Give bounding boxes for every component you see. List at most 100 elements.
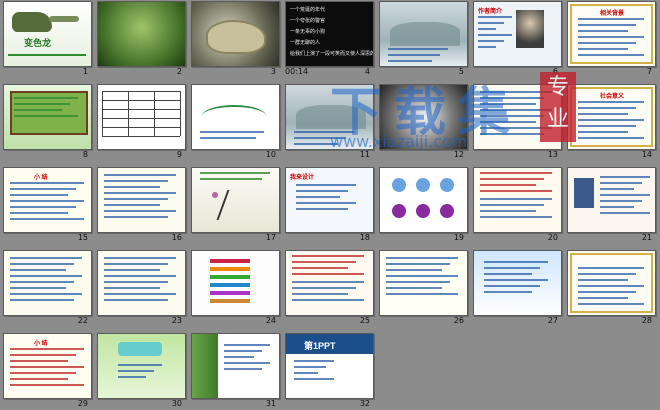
slide-cell[interactable]: 26	[376, 249, 470, 327]
slide-number: 16	[171, 233, 182, 242]
slide-number: 14	[641, 150, 652, 159]
slide-text-line: 一条无辜的小狗	[290, 29, 326, 35]
slide-title: 变色龙	[24, 38, 52, 48]
slide-number: 13	[547, 150, 558, 159]
slide-number: 11	[359, 150, 370, 159]
slide-cell[interactable]: 8	[0, 83, 94, 161]
slide-cell[interactable]: 30	[94, 332, 188, 410]
slide-thumbnail[interactable]: 变色龙	[3, 1, 92, 67]
slide-cell[interactable]: 2	[94, 0, 188, 78]
slide-thumbnail[interactable]	[191, 167, 280, 233]
slide-thumbnail[interactable]	[379, 167, 468, 233]
slide-title: 社会意义	[600, 94, 625, 100]
slide-cell[interactable]: 22	[0, 249, 94, 327]
slide-cell[interactable]: 5	[376, 0, 470, 78]
slide-cell[interactable]: 28	[564, 249, 658, 327]
slide-cell[interactable]: 31	[188, 332, 282, 410]
slide-thumbnail[interactable]	[567, 250, 656, 316]
slide-cell[interactable]: 25	[282, 249, 376, 327]
slide-thumbnail[interactable]: 一个荒诞的年代 一个夸张的警官 一条无辜的小狗 一群无聊的人给我们上演了一段可笑而又使…	[285, 1, 374, 67]
slide-number: 27	[547, 316, 558, 325]
slide-number: 23	[171, 316, 182, 325]
slide-thumbnail[interactable]	[285, 250, 374, 316]
slide-thumbnail[interactable]	[285, 84, 374, 150]
slide-thumbnail[interactable]	[97, 1, 186, 67]
slide-number: 4	[364, 67, 370, 76]
slide-text-line: 一群无聊的人	[290, 40, 321, 46]
slide-thumbnail[interactable]	[97, 84, 186, 150]
slide-cell[interactable]: 17	[188, 166, 282, 244]
slide-cell[interactable]: 24	[188, 249, 282, 327]
slide-thumbnail[interactable]	[379, 250, 468, 316]
slide-number: 5	[458, 67, 464, 76]
slide-number: 20	[547, 233, 558, 242]
slide-cell[interactable]: 10	[188, 83, 282, 161]
slide-cell[interactable]: 11	[282, 83, 376, 161]
slide-thumbnail[interactable]: 我来设计	[285, 167, 374, 233]
slide-thumbnail[interactable]: 小 结	[3, 167, 92, 233]
slide-cell[interactable]: 作者简介 6	[470, 0, 564, 78]
slide-thumbnail[interactable]	[473, 84, 562, 150]
slide-number: 19	[453, 233, 464, 242]
slide-number: 17	[265, 233, 276, 242]
slide-thumbnail[interactable]	[379, 1, 468, 67]
slide-text-line: 一个夸张的警官	[290, 18, 326, 24]
slide-number: 9	[176, 150, 182, 159]
slide-number: 25	[359, 316, 370, 325]
slide-thumbnail[interactable]	[191, 84, 280, 150]
slide-thumbnail[interactable]	[191, 250, 280, 316]
slide-number: 6	[552, 67, 558, 76]
slide-cell[interactable]: 16	[94, 166, 188, 244]
slide-cell[interactable]: 12	[376, 83, 470, 161]
slide-cell[interactable]: 小 结 29	[0, 332, 94, 410]
slide-sorter-grid: 变色龙 1 2 3 一个荒诞的年代 一个夸张的警官 一条无辜的小狗 一群无聊的人 给我们上演了一…	[0, 0, 660, 410]
slide-cell[interactable]: 小 结 15	[0, 166, 94, 244]
slide-cell[interactable]: 21	[564, 166, 658, 244]
slide-title: 第1PPT	[304, 341, 336, 351]
slide-thumbnail[interactable]	[3, 250, 92, 316]
slide-thumbnail[interactable]	[191, 333, 280, 399]
slide-thumbnail[interactable]	[379, 84, 468, 150]
slide-thumbnail[interactable]	[191, 1, 280, 67]
slide-number: 22	[77, 316, 88, 325]
slide-thumbnail[interactable]: 社会意义	[567, 84, 656, 150]
slide-thumbnail[interactable]	[97, 250, 186, 316]
slide-cell[interactable]: 变色龙 1	[0, 0, 94, 78]
slide-cell[interactable]: 第1PPT 32	[282, 332, 376, 410]
slide-number: 31	[265, 399, 276, 408]
slide-thumbnail[interactable]	[473, 250, 562, 316]
slide-number: 8	[82, 150, 88, 159]
slide-thumbnail[interactable]: 第1PPT	[285, 333, 374, 399]
slide-cell[interactable]: 一个荒诞的年代 一个夸张的警官 一条无辜的小狗 一群无聊的人给我们上演了一段可笑而又使…	[282, 0, 376, 78]
slide-thumbnail[interactable]: 相关背景	[567, 1, 656, 67]
slide-thumbnail[interactable]	[473, 167, 562, 233]
slide-thumbnail[interactable]	[97, 167, 186, 233]
slide-cell[interactable]: 27	[470, 249, 564, 327]
slide-title: 小 结	[34, 175, 48, 181]
slide-number: 30	[171, 399, 182, 408]
slide-number: 29	[77, 399, 88, 408]
slide-cell[interactable]: 我来设计 18	[282, 166, 376, 244]
slide-number: 3	[270, 67, 276, 76]
slide-thumbnail[interactable]	[567, 167, 656, 233]
slide-cell[interactable]: 23	[94, 249, 188, 327]
slide-thumbnail[interactable]	[97, 333, 186, 399]
slide-text-line: 给我们上演了一段可笑而又使人深思的故事	[290, 51, 373, 57]
slide-cell[interactable]: 9	[94, 83, 188, 161]
slide-cell[interactable]: 社会意义 14	[564, 83, 658, 161]
slide-cell[interactable]: 相关背景 7	[564, 0, 658, 78]
slide-number: 15	[77, 233, 88, 242]
slide-number: 2	[176, 67, 182, 76]
slide-text-line: 一个荒诞的年代	[290, 7, 326, 13]
slide-cell[interactable]: 20	[470, 166, 564, 244]
slide-thumbnail[interactable]: 作者简介	[473, 1, 562, 67]
slide-thumbnail[interactable]	[3, 84, 92, 150]
slide-cell[interactable]: 13	[470, 83, 564, 161]
slide-cell[interactable]: 3	[188, 0, 282, 78]
slide-title: 我来设计	[290, 175, 315, 181]
slide-number: 26	[453, 316, 464, 325]
slide-number: 24	[265, 316, 276, 325]
slide-number: 18	[359, 233, 370, 242]
slide-cell[interactable]: 19	[376, 166, 470, 244]
slide-thumbnail[interactable]: 小 结	[3, 333, 92, 399]
